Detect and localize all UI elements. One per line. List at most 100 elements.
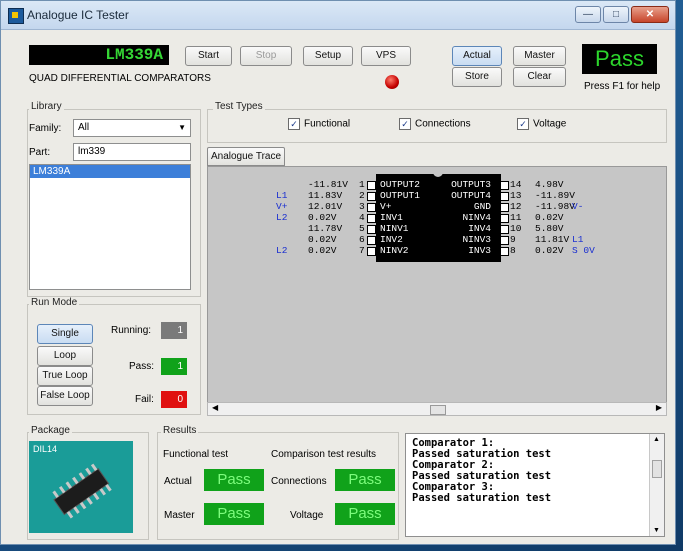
fail-label: Fail: (135, 394, 154, 405)
maximize-button[interactable]: □ (603, 6, 629, 23)
pass-count: 1 (161, 358, 187, 375)
pin-number: 5 (359, 223, 365, 234)
pin-tag: L1 (276, 190, 288, 201)
pin-tag: V+ (276, 201, 288, 212)
library-label: Library (29, 101, 64, 112)
pin-tag: L1 (572, 234, 584, 245)
pin-box-icon (500, 181, 509, 190)
pin-voltage: 12.01V (308, 201, 343, 212)
store-button[interactable]: Store (452, 67, 502, 87)
scroll-thumb[interactable] (652, 460, 662, 478)
pin-voltage: 0.02V (535, 212, 564, 223)
pin-voltage: 0.02V (308, 245, 337, 256)
part-label: Part: (29, 147, 51, 158)
results-log[interactable]: Comparator 1: Passed saturation test Compa… (405, 433, 665, 537)
arrow-left-icon[interactable]: ◀ (212, 403, 218, 412)
pin-voltage: 0.02V (308, 234, 337, 245)
actual-result-badge: Pass (204, 469, 264, 491)
stop-button[interactable]: Stop (240, 46, 292, 66)
pin-number: 8 (510, 245, 516, 256)
pin-box-icon (500, 247, 509, 256)
voltage-checkbox[interactable]: ✓ Voltage (517, 118, 566, 130)
pin-voltage: 11.81V (535, 234, 570, 245)
pin-box-icon (367, 214, 376, 223)
scroll-thumb[interactable] (430, 405, 446, 415)
master-result-label: Master (164, 510, 195, 521)
part-list[interactable]: LM339A (29, 164, 191, 290)
pin-box-icon (500, 203, 509, 212)
pin-box-icon (367, 181, 376, 190)
actual-button[interactable]: Actual (452, 46, 502, 66)
loop-button[interactable]: Loop (37, 346, 93, 366)
pin-number: 4 (359, 212, 365, 223)
pin-box-icon (367, 203, 376, 212)
pin-number: 6 (359, 234, 365, 245)
list-item[interactable]: LM339A (30, 165, 190, 178)
close-button[interactable]: ✕ (631, 6, 669, 23)
voltage-result-badge: Pass (335, 503, 395, 525)
log-line: Passed saturation test (412, 492, 552, 504)
pin-box-icon (500, 236, 509, 245)
functional-test-header: Functional test (163, 449, 229, 460)
package-image: DIL14 (29, 441, 133, 533)
single-button[interactable]: Single (37, 324, 93, 344)
fail-count: 0 (161, 391, 187, 408)
tab-analogue-trace[interactable]: Analogue Trace (207, 147, 285, 166)
pin-name: NINV3 (462, 234, 491, 245)
pin-box-icon (500, 225, 509, 234)
pin-box-icon (367, 247, 376, 256)
package-label: Package (29, 425, 72, 436)
family-select[interactable]: All ▼ (73, 119, 191, 137)
pin-box-icon (367, 192, 376, 201)
results-vertical-scrollbar[interactable]: ▲ ▼ (649, 434, 664, 536)
pass-lcd: Pass (582, 44, 657, 74)
true-loop-button[interactable]: True Loop (37, 366, 93, 386)
functional-checkbox[interactable]: ✓ Functional (288, 118, 350, 130)
arrow-down-icon[interactable]: ▼ (653, 527, 660, 534)
check-icon: ✓ (288, 118, 300, 130)
pin-tag: V- (572, 201, 584, 212)
help-hint: Press F1 for help (584, 81, 661, 92)
part-input[interactable]: lm339 (73, 143, 191, 161)
clear-button[interactable]: Clear (513, 67, 566, 87)
pin-tag: S 0V (572, 245, 595, 256)
pin-number: 9 (510, 234, 516, 245)
start-button[interactable]: Start (185, 46, 232, 66)
pin-number: 11 (510, 212, 522, 223)
connections-result-badge: Pass (335, 469, 395, 491)
pin-name: NINV2 (380, 245, 409, 256)
pass-label: Pass: (129, 361, 155, 372)
pin-number: 7 (359, 245, 365, 256)
check-icon: ✓ (399, 118, 411, 130)
master-button[interactable]: Master (513, 46, 566, 66)
connections-checkbox[interactable]: ✓ Connections (399, 118, 471, 130)
arrow-up-icon[interactable]: ▲ (653, 436, 660, 443)
connections-result-label: Connections (271, 476, 327, 487)
chip-notch-icon (433, 171, 443, 177)
actual-result-label: Actual (164, 476, 192, 487)
pin-number: 10 (510, 223, 522, 234)
pin-voltage: -11.98V (535, 201, 575, 212)
device-lcd: LM339A (29, 45, 169, 65)
arrow-right-icon[interactable]: ▶ (656, 403, 662, 412)
pin-voltage: 11.78V (308, 223, 343, 234)
voltage-result-label: Voltage (290, 510, 324, 521)
pin-name: NINV4 (462, 212, 491, 223)
chevron-down-icon: ▼ (178, 123, 186, 132)
results-label: Results (161, 425, 199, 436)
pin-box-icon (500, 192, 509, 201)
pin-name: INV3 (468, 245, 491, 256)
pin-name: OUTPUT2 (380, 179, 420, 190)
master-result-badge: Pass (204, 503, 264, 525)
running-count: 1 (161, 322, 187, 339)
pin-name: OUTPUT1 (380, 190, 420, 201)
app-icon (8, 8, 24, 24)
device-description: QUAD DIFFERENTIAL COMPARATORS (29, 73, 211, 84)
setup-button[interactable]: Setup (303, 46, 353, 66)
running-label: Running: (111, 325, 152, 336)
trace-horizontal-scrollbar[interactable]: ◀ ▶ (207, 402, 667, 416)
vps-button[interactable]: VPS (361, 46, 411, 66)
pin-number: 2 (359, 190, 365, 201)
minimize-button[interactable]: — (575, 6, 601, 23)
false-loop-button[interactable]: False Loop (37, 386, 93, 406)
